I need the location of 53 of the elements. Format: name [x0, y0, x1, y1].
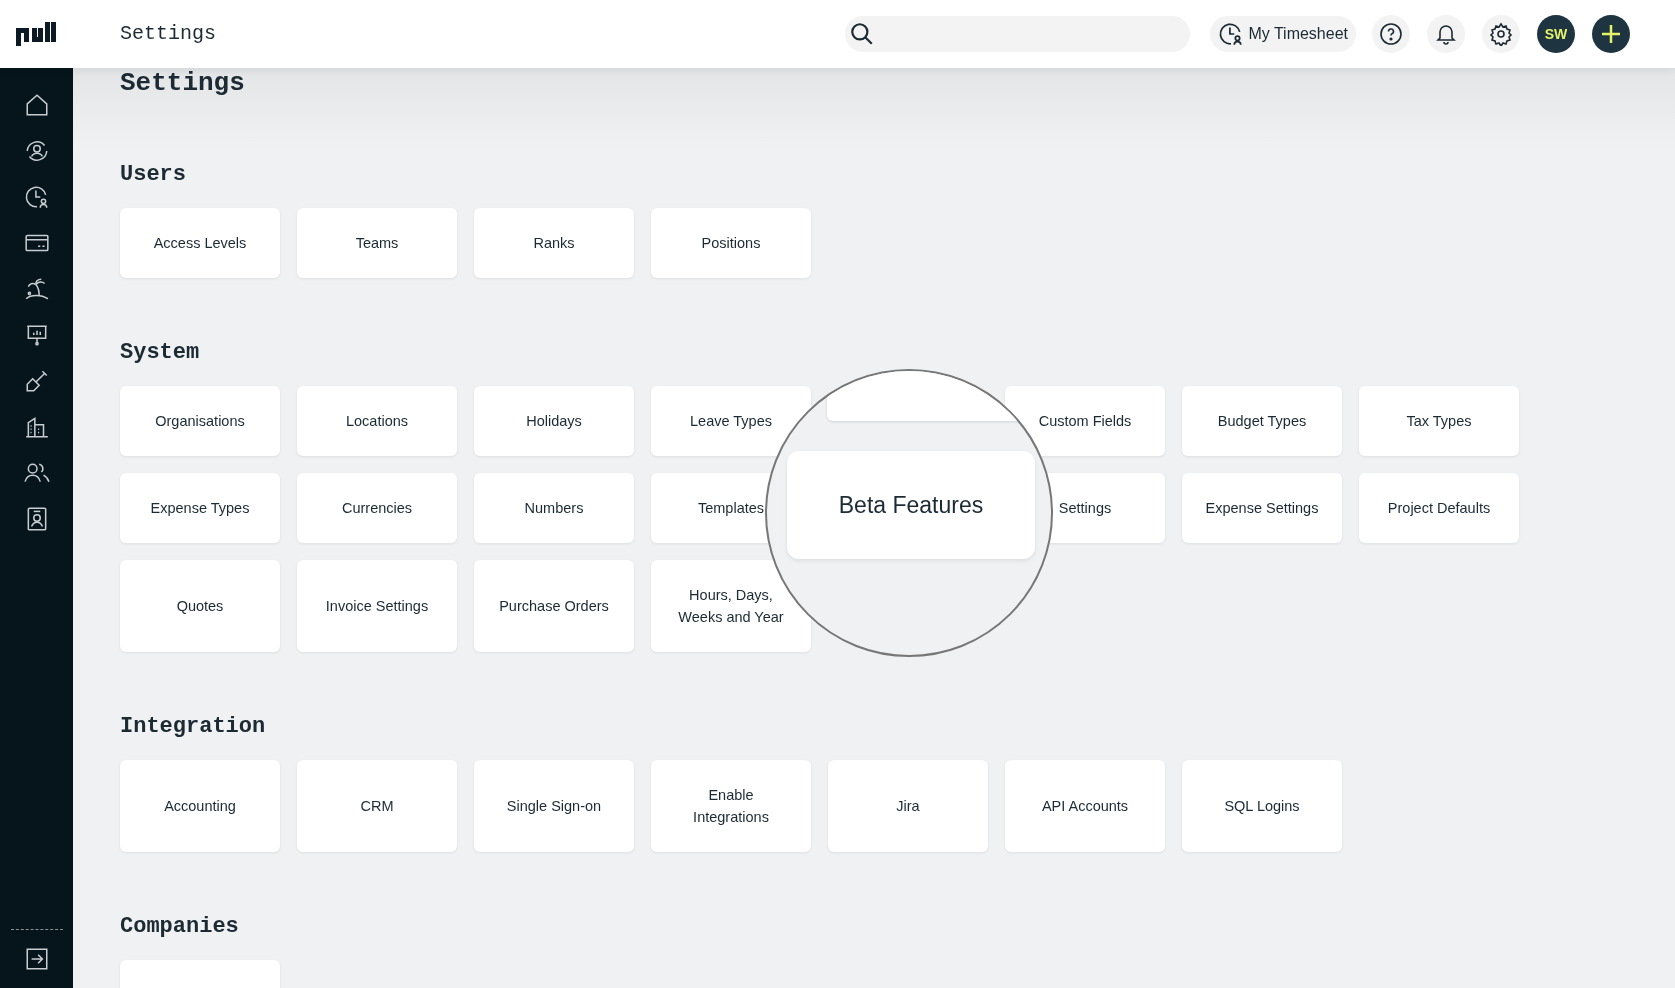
settings-card[interactable]: Purchase Orders: [474, 560, 634, 652]
plus-icon: [1600, 23, 1622, 45]
settings-card[interactable]: Ranks: [474, 208, 634, 278]
settings-card[interactable]: SQL Logins: [1182, 760, 1342, 852]
settings-card[interactable]: Organisations: [120, 386, 280, 456]
notifications-button[interactable]: [1427, 15, 1465, 53]
island-icon[interactable]: [23, 276, 50, 302]
settings-card[interactable]: Expense Settings: [1182, 473, 1342, 543]
settings-card[interactable]: Positions: [651, 208, 811, 278]
settings-card[interactable]: Custom Fields: [1005, 386, 1165, 456]
settings-card[interactable]: Accounting: [120, 760, 280, 852]
section-heading: Integration: [120, 714, 267, 740]
settings-card[interactable]: Invoice Settings: [297, 560, 457, 652]
timesheet-button[interactable]: My Timesheet: [1210, 16, 1356, 52]
section-heading: System: [120, 340, 201, 366]
user-avatar[interactable]: SW: [1537, 15, 1575, 53]
settings-button[interactable]: [1482, 15, 1520, 53]
search-field[interactable]: [845, 16, 1191, 52]
expand-icon[interactable]: [23, 946, 50, 972]
section-heading: Companies: [120, 914, 240, 940]
settings-card[interactable]: Jira: [828, 760, 988, 852]
page-heading: Settings: [120, 68, 246, 98]
settings-card[interactable]: Budget Types: [1182, 386, 1342, 456]
home-icon[interactable]: [23, 92, 50, 118]
settings-card[interactable]: Tax Types: [1359, 386, 1519, 456]
settings-card[interactable]: CRM: [297, 760, 457, 852]
shovel-icon[interactable]: [23, 368, 50, 394]
settings-card[interactable]: Access Levels: [120, 208, 280, 278]
help-icon: [1379, 22, 1403, 46]
settings-card[interactable]: API Accounts: [1005, 760, 1165, 852]
settings-card[interactable]: Leave Types: [651, 386, 811, 456]
settings-card[interactable]: Locations: [297, 386, 457, 456]
settings-card[interactable]: Numbers: [474, 473, 634, 543]
help-button[interactable]: [1372, 15, 1410, 53]
settings-card[interactable]: Quotes: [120, 560, 280, 652]
settings-card[interactable]: Expense Types: [120, 473, 280, 543]
settings-card[interactable]: Teams: [297, 208, 457, 278]
clock-person-icon[interactable]: [23, 184, 50, 210]
settings-icon: [1489, 22, 1513, 46]
bell-icon: [1434, 22, 1458, 46]
settings-card[interactable]: Currencies: [297, 473, 457, 543]
settings-card[interactable]: Single Sign-on: [474, 760, 634, 852]
clock-person-icon: [1218, 21, 1245, 47]
settings-card[interactable]: Project Defaults: [1359, 473, 1519, 543]
settings-card[interactable]: Holidays: [474, 386, 634, 456]
page-title: Settings: [120, 21, 216, 47]
add-button[interactable]: [1592, 15, 1630, 53]
settings-card[interactable]: Enable Integrations: [651, 760, 811, 852]
section-heading: Users: [120, 162, 187, 188]
logo-icon[interactable]: [16, 22, 56, 46]
settings-card[interactable]: Hours, Days, Weeks and Year: [651, 560, 811, 652]
settings-card[interactable]: Beta Features: [787, 451, 1035, 559]
buildings-icon[interactable]: [23, 414, 50, 440]
